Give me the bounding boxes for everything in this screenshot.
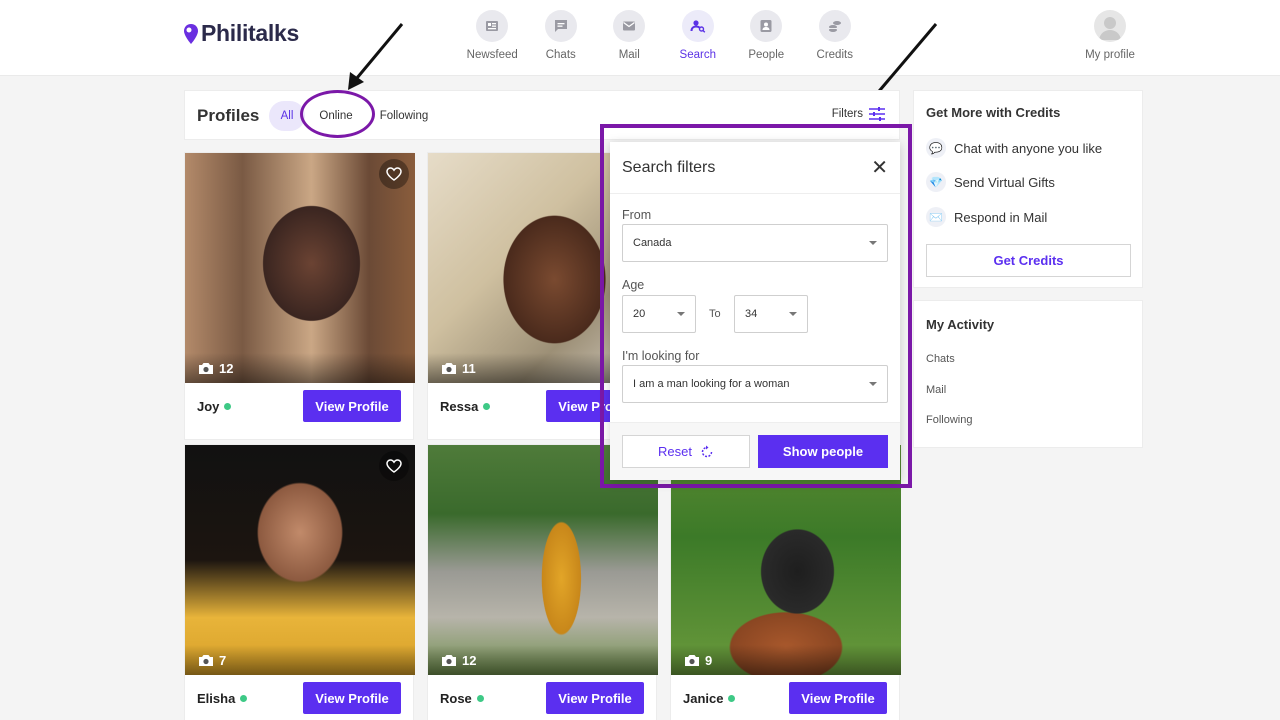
- envelope-icon: [613, 10, 646, 42]
- reset-button[interactable]: Reset: [622, 435, 750, 468]
- photo-count: 12: [428, 645, 658, 675]
- view-profile-button[interactable]: View Profile: [303, 390, 401, 422]
- view-profile-button[interactable]: View Profile: [546, 682, 644, 714]
- nav-label: People: [748, 49, 785, 61]
- profile-photo[interactable]: 7: [185, 445, 415, 675]
- nav-mail[interactable]: Mail: [595, 10, 664, 61]
- search-filters-modal: Search filters ✕ From Canada Age 20 To 3…: [610, 142, 900, 480]
- credits-panel: Get More with Credits 💬 Chat with anyone…: [913, 90, 1143, 288]
- perk-chat: 💬 Chat with anyone you like: [926, 138, 1102, 158]
- online-status-dot: [224, 403, 232, 410]
- top-header: Philitalks Newsfeed Chats Mail Search Pe…: [0, 0, 1280, 76]
- perk-mail: ✉️ Respond in Mail: [926, 207, 1047, 227]
- profile-card: 12 Joy View Profile: [184, 152, 415, 440]
- camera-icon: [199, 654, 213, 666]
- sliders-icon: [869, 107, 885, 121]
- online-status-dot: [483, 403, 491, 410]
- modal-title: Search filters: [622, 158, 716, 176]
- activity-link-mail[interactable]: Mail: [926, 384, 946, 396]
- chevron-down-icon: [869, 241, 877, 245]
- chevron-down-icon: [869, 382, 877, 386]
- activity-panel-title: My Activity: [926, 317, 995, 332]
- photo-count: 7: [185, 645, 415, 675]
- avatar-icon: [1094, 10, 1126, 42]
- annotation-arrow-online: [348, 23, 404, 90]
- modal-footer: Reset Show people: [610, 422, 900, 480]
- profile-name: Ressa: [440, 399, 491, 414]
- photo-count: 9: [671, 645, 901, 675]
- chevron-down-icon: [677, 312, 685, 316]
- from-label: From: [622, 208, 652, 222]
- diamond-icon: 💎: [926, 172, 946, 192]
- person-card-icon: [750, 10, 783, 42]
- heart-icon[interactable]: [379, 159, 409, 189]
- my-profile-button[interactable]: My profile: [1082, 10, 1138, 61]
- annotation-circle-online: [300, 90, 375, 138]
- camera-icon: [442, 362, 456, 374]
- age-label: Age: [622, 278, 645, 292]
- activity-link-chats[interactable]: Chats: [926, 353, 955, 365]
- looking-for-label: I'm looking for: [622, 349, 700, 363]
- nav-people[interactable]: People: [732, 10, 801, 61]
- modal-header: Search filters ✕: [610, 142, 900, 194]
- tab-following[interactable]: Following: [373, 101, 435, 131]
- filters-label: Filters: [831, 108, 863, 120]
- activity-panel: My Activity Chats Mail Following: [913, 300, 1143, 448]
- chat-bubble-icon: 💬: [926, 138, 946, 158]
- chat-bubble-icon: [544, 10, 577, 42]
- main-nav: Newsfeed Chats Mail Search People Credit…: [458, 10, 869, 61]
- get-credits-button[interactable]: Get Credits: [926, 244, 1131, 277]
- view-profile-button[interactable]: View Profile: [303, 682, 401, 714]
- logo[interactable]: Philitalks: [184, 20, 299, 47]
- show-people-button[interactable]: Show people: [758, 435, 888, 468]
- age-min-select[interactable]: 20: [622, 295, 696, 333]
- profile-name: Elisha: [197, 691, 248, 706]
- envelope-icon: ✉️: [926, 207, 946, 227]
- newsfeed-icon: [476, 10, 509, 42]
- online-status-dot: [728, 695, 736, 702]
- activity-link-following[interactable]: Following: [926, 414, 972, 426]
- heart-icon[interactable]: [379, 451, 409, 481]
- pin-icon: [184, 23, 198, 44]
- nav-label: Mail: [618, 49, 640, 61]
- chevron-down-icon: [789, 312, 797, 316]
- photo-count: 12: [185, 353, 415, 383]
- perk-gifts: 💎 Send Virtual Gifts: [926, 172, 1055, 192]
- age-to-label: To: [709, 308, 721, 320]
- nav-newsfeed[interactable]: Newsfeed: [458, 10, 527, 61]
- age-max-select[interactable]: 34: [734, 295, 808, 333]
- search-person-icon: [681, 10, 714, 42]
- camera-icon: [442, 654, 456, 666]
- from-select[interactable]: Canada: [622, 224, 888, 262]
- profiles-title: Profiles: [197, 106, 260, 125]
- nav-label: Search: [679, 49, 716, 61]
- profile-photo[interactable]: 12: [185, 153, 415, 383]
- nav-label: Newsfeed: [466, 49, 518, 61]
- looking-for-select[interactable]: I am a man looking for a woman: [622, 365, 888, 403]
- close-icon[interactable]: ✕: [871, 155, 888, 180]
- profile-name: Rose: [440, 691, 484, 706]
- online-status-dot: [476, 695, 484, 702]
- filters-button[interactable]: Filters: [832, 107, 885, 121]
- profile-name: Janice: [683, 691, 736, 706]
- credits-panel-title: Get More with Credits: [926, 105, 1061, 120]
- profile-card: 7 Elisha View Profile: [184, 444, 415, 720]
- nav-chats[interactable]: Chats: [527, 10, 596, 61]
- my-profile-label: My profile: [1085, 49, 1135, 61]
- camera-icon: [685, 654, 699, 666]
- online-status-dot: [240, 695, 248, 702]
- camera-icon: [199, 362, 213, 374]
- refresh-icon: [701, 445, 713, 457]
- nav-label: Chats: [545, 49, 576, 61]
- logo-text: Philitalks: [201, 20, 299, 46]
- view-profile-button[interactable]: View Profile: [789, 682, 887, 714]
- profile-name: Joy: [197, 399, 232, 414]
- nav-search[interactable]: Search: [664, 10, 733, 61]
